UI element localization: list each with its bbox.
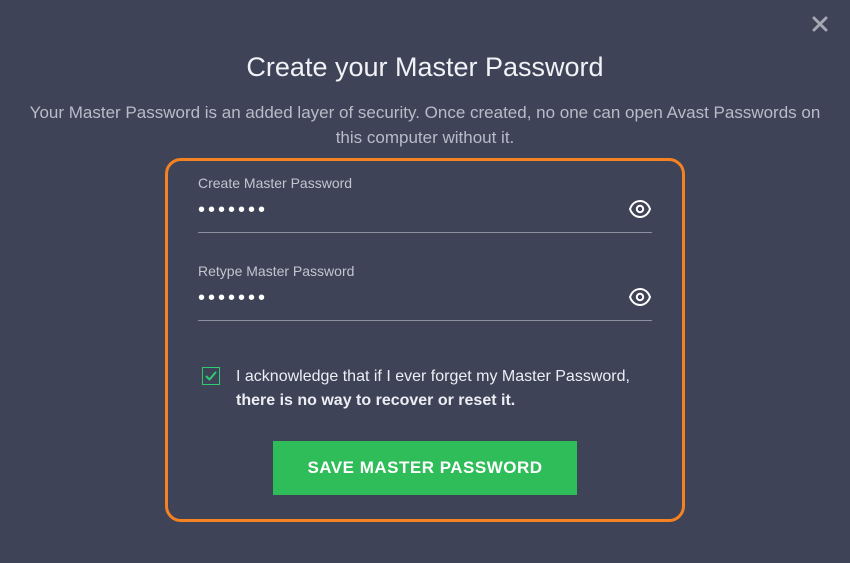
- create-password-input[interactable]: [198, 199, 620, 222]
- save-master-password-button[interactable]: Save Master Password: [273, 441, 576, 495]
- close-icon[interactable]: [812, 16, 828, 36]
- create-password-label: Create Master Password: [198, 175, 652, 191]
- acknowledge-text: I acknowledge that if I ever forget my M…: [236, 365, 652, 413]
- page-title: Create your Master Password: [0, 52, 850, 83]
- toggle-visibility-create-button[interactable]: [620, 195, 652, 226]
- toggle-visibility-retype-button[interactable]: [620, 283, 652, 314]
- acknowledge-checkbox[interactable]: [202, 367, 220, 385]
- acknowledge-text-prefix: I acknowledge that if I ever forget my M…: [236, 368, 630, 385]
- form-panel: Create Master Password Retype Master Pas…: [165, 158, 685, 522]
- checkmark-icon: [204, 369, 218, 383]
- eye-icon: [628, 197, 652, 224]
- retype-password-field: Retype Master Password: [198, 263, 652, 321]
- eye-icon: [628, 285, 652, 312]
- retype-password-label: Retype Master Password: [198, 263, 652, 279]
- retype-password-input[interactable]: [198, 287, 620, 310]
- page-subtitle: Your Master Password is an added layer o…: [25, 101, 825, 150]
- acknowledge-text-bold: there is no way to recover or reset it.: [236, 392, 515, 409]
- create-password-field: Create Master Password: [198, 175, 652, 233]
